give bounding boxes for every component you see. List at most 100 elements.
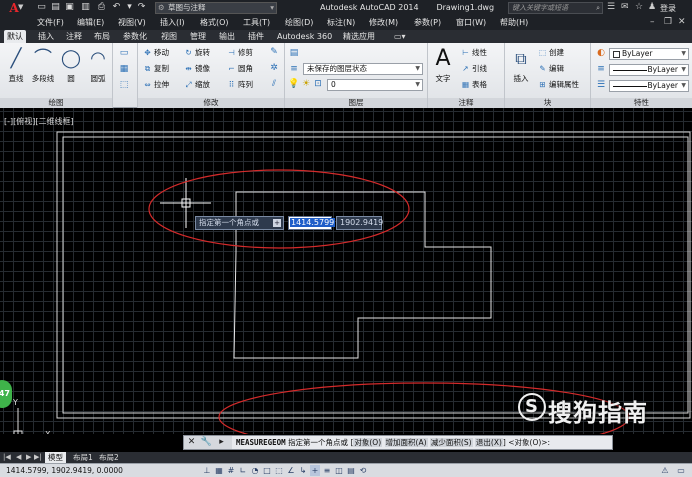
option-exit[interactable]: 退出(X) bbox=[474, 438, 503, 447]
tab-layout2[interactable]: 布局2 bbox=[96, 452, 122, 463]
circle-button[interactable]: ◯ 圆 bbox=[57, 45, 85, 85]
tab-model[interactable]: 模型 bbox=[45, 452, 66, 463]
dynamic-input-icon[interactable]: + bbox=[310, 465, 320, 476]
chevron-down-icon[interactable]: ▼ bbox=[18, 3, 23, 11]
table-button[interactable]: ▦ 表格 bbox=[460, 78, 487, 91]
tab-view[interactable]: 视图 bbox=[158, 30, 180, 43]
tab-manage[interactable]: 管理 bbox=[187, 30, 209, 43]
menu-file[interactable]: 文件(F) bbox=[37, 17, 64, 29]
block-panel-title[interactable]: 块 bbox=[505, 98, 590, 108]
grid-display-icon[interactable]: # bbox=[226, 465, 236, 476]
modify-panel-title[interactable]: 修改 bbox=[138, 98, 284, 108]
menu-modify[interactable]: 修改(M) bbox=[369, 17, 398, 29]
lock-icon[interactable]: ⊡ bbox=[312, 78, 324, 90]
dynamic-x-input[interactable]: 1414.5799 bbox=[288, 216, 336, 230]
print-icon[interactable]: ⎙ bbox=[96, 2, 107, 13]
boundary-icon[interactable]: ⬚ bbox=[118, 79, 130, 91]
move-button[interactable]: ✥ 移动 bbox=[142, 46, 169, 59]
next-tab-icon[interactable]: ▶ bbox=[26, 452, 31, 463]
tab-default[interactable]: 默认 bbox=[4, 30, 26, 43]
option-object[interactable]: 对象(O) bbox=[353, 438, 383, 447]
hatch-icon[interactable]: ▦ bbox=[118, 63, 130, 75]
linear-dim-button[interactable]: ⊢ 线性 bbox=[460, 46, 487, 59]
rotate-button[interactable]: ↻ 旋转 bbox=[183, 46, 210, 59]
drawing-canvas[interactable]: [-][俯视][二维线框] 指定第一个角点或 + 1414.5799 1902.… bbox=[0, 108, 692, 434]
tab-parametric[interactable]: 参数化 bbox=[120, 30, 150, 43]
lineweight-toggle-icon[interactable]: ≡ bbox=[322, 465, 332, 476]
menu-view[interactable]: 视图(V) bbox=[118, 17, 146, 29]
user-icon[interactable]: ♟ bbox=[648, 2, 656, 12]
menu-draw[interactable]: 绘图(D) bbox=[285, 17, 313, 29]
arc-button[interactable]: ◠ 圆弧 bbox=[84, 45, 112, 85]
communication-center-icon[interactable]: ✉ bbox=[621, 2, 629, 12]
transparency-icon[interactable]: ◫ bbox=[334, 465, 344, 476]
3d-object-snap-icon[interactable]: ⬚ bbox=[274, 465, 284, 476]
tab-annotate[interactable]: 注释 bbox=[63, 30, 85, 43]
sun-icon[interactable]: ☀ bbox=[300, 78, 312, 90]
object-snap-icon[interactable]: □ bbox=[262, 465, 272, 476]
layer-state-select[interactable]: 未保存的图层状态 ▼ bbox=[303, 63, 423, 75]
restore-icon[interactable]: ❐ bbox=[664, 17, 672, 27]
subscription-icon[interactable]: ☰ bbox=[607, 2, 615, 12]
dynamic-y-input[interactable]: 1902.9419 bbox=[336, 216, 383, 230]
infer-constraints-icon[interactable]: ⊥ bbox=[202, 465, 212, 476]
scale-button[interactable]: ⤢ 缩放 bbox=[183, 78, 211, 91]
quick-properties-icon[interactable]: ▤ bbox=[346, 465, 356, 476]
menu-edit[interactable]: 编辑(E) bbox=[77, 17, 104, 29]
menu-insert[interactable]: 插入(I) bbox=[160, 17, 185, 29]
menu-window[interactable]: 窗口(W) bbox=[456, 17, 486, 29]
draw-panel-title[interactable]: 绘图 bbox=[0, 98, 112, 108]
menu-parametric[interactable]: 参数(P) bbox=[414, 17, 441, 29]
save-icon[interactable]: ▣ bbox=[64, 2, 75, 13]
linetype-icon[interactable]: ≡ bbox=[595, 63, 607, 75]
ribbon-minimize-icon[interactable]: ▭▾ bbox=[394, 30, 406, 43]
edit-attributes-button[interactable]: ⊞ 编辑属性 bbox=[537, 78, 579, 91]
save-as-icon[interactable]: ▥ bbox=[80, 2, 91, 13]
tab-output[interactable]: 输出 bbox=[216, 30, 238, 43]
prev-tab-icon[interactable]: ◀ bbox=[16, 452, 21, 463]
tab-autodesk-360[interactable]: Autodesk 360 bbox=[274, 30, 335, 43]
tab-featured-apps[interactable]: 精选应用 bbox=[340, 30, 378, 43]
menu-help[interactable]: 帮助(H) bbox=[500, 17, 528, 29]
layers-panel-title[interactable]: 图层 bbox=[285, 98, 427, 108]
fillet-button[interactable]: ⌐ 圆角 bbox=[226, 62, 253, 75]
option-subtract-area[interactable]: 减少面积(S) bbox=[429, 438, 473, 447]
annotation-scale-icon[interactable]: ⚠ bbox=[660, 465, 670, 476]
text-button[interactable]: A 文字 bbox=[430, 45, 456, 85]
new-file-icon[interactable]: ▭ bbox=[36, 2, 47, 13]
tab-layout1[interactable]: 布局1 bbox=[70, 452, 96, 463]
close-icon[interactable]: ✕ bbox=[678, 17, 686, 27]
clean-screen-icon[interactable]: ▭ bbox=[676, 465, 686, 476]
close-icon[interactable]: ✕ bbox=[184, 436, 199, 449]
mirror-button[interactable]: ⇹ 镜像 bbox=[183, 62, 210, 75]
snap-mode-icon[interactable]: ▦ bbox=[214, 465, 224, 476]
favorites-icon[interactable]: ☆ bbox=[635, 2, 643, 12]
annotation-panel-title[interactable]: 注释 bbox=[428, 98, 504, 108]
edit-block-button[interactable]: ✎ 编辑 bbox=[537, 62, 564, 75]
menu-tools[interactable]: 工具(T) bbox=[243, 17, 270, 29]
open-file-icon[interactable]: ▤ bbox=[50, 2, 61, 13]
menu-dimension[interactable]: 标注(N) bbox=[327, 17, 355, 29]
properties-panel-title[interactable]: 特性 bbox=[591, 98, 692, 108]
current-layer-select[interactable]: 0 ▼ bbox=[327, 79, 423, 91]
linetype-select[interactable]: ByLayer ▼ bbox=[609, 64, 689, 76]
coordinate-display[interactable]: 1414.5799, 1902.9419, 0.0000 bbox=[6, 465, 123, 477]
option-add-area[interactable]: 增加面积(A) bbox=[384, 438, 428, 447]
tab-plugins[interactable]: 插件 bbox=[245, 30, 267, 43]
trim-button[interactable]: ⊣ 修剪 bbox=[226, 46, 253, 59]
color-select[interactable]: ByLayer ▼ bbox=[609, 48, 689, 60]
search-input[interactable]: 键入关键字或短语 ⌕ bbox=[508, 2, 603, 14]
command-line[interactable]: ✕ 🔧 ▸ MEASUREGEOM 指定第一个角点或 [对象(O) 增加面积(A) … bbox=[183, 435, 613, 450]
color-palette-icon[interactable]: ◐ bbox=[595, 47, 607, 59]
explode-icon[interactable]: ✲ bbox=[268, 62, 280, 74]
last-tab-icon[interactable]: ▶| bbox=[34, 452, 42, 463]
selection-cycling-icon[interactable]: ⟲ bbox=[358, 465, 368, 476]
first-tab-icon[interactable]: |◀ bbox=[3, 452, 11, 463]
object-snap-tracking-icon[interactable]: ∠ bbox=[286, 465, 296, 476]
workspace-selector[interactable]: ⚙ 草图与注释 ▾ bbox=[155, 2, 277, 14]
login-link[interactable]: 登录 bbox=[660, 3, 676, 14]
tab-layout[interactable]: 布局 bbox=[91, 30, 113, 43]
undo-dropdown-icon[interactable]: ▾ bbox=[124, 2, 135, 13]
ortho-mode-icon[interactable]: ∟ bbox=[238, 465, 248, 476]
dynamic-ucs-icon[interactable]: ↳ bbox=[298, 465, 308, 476]
